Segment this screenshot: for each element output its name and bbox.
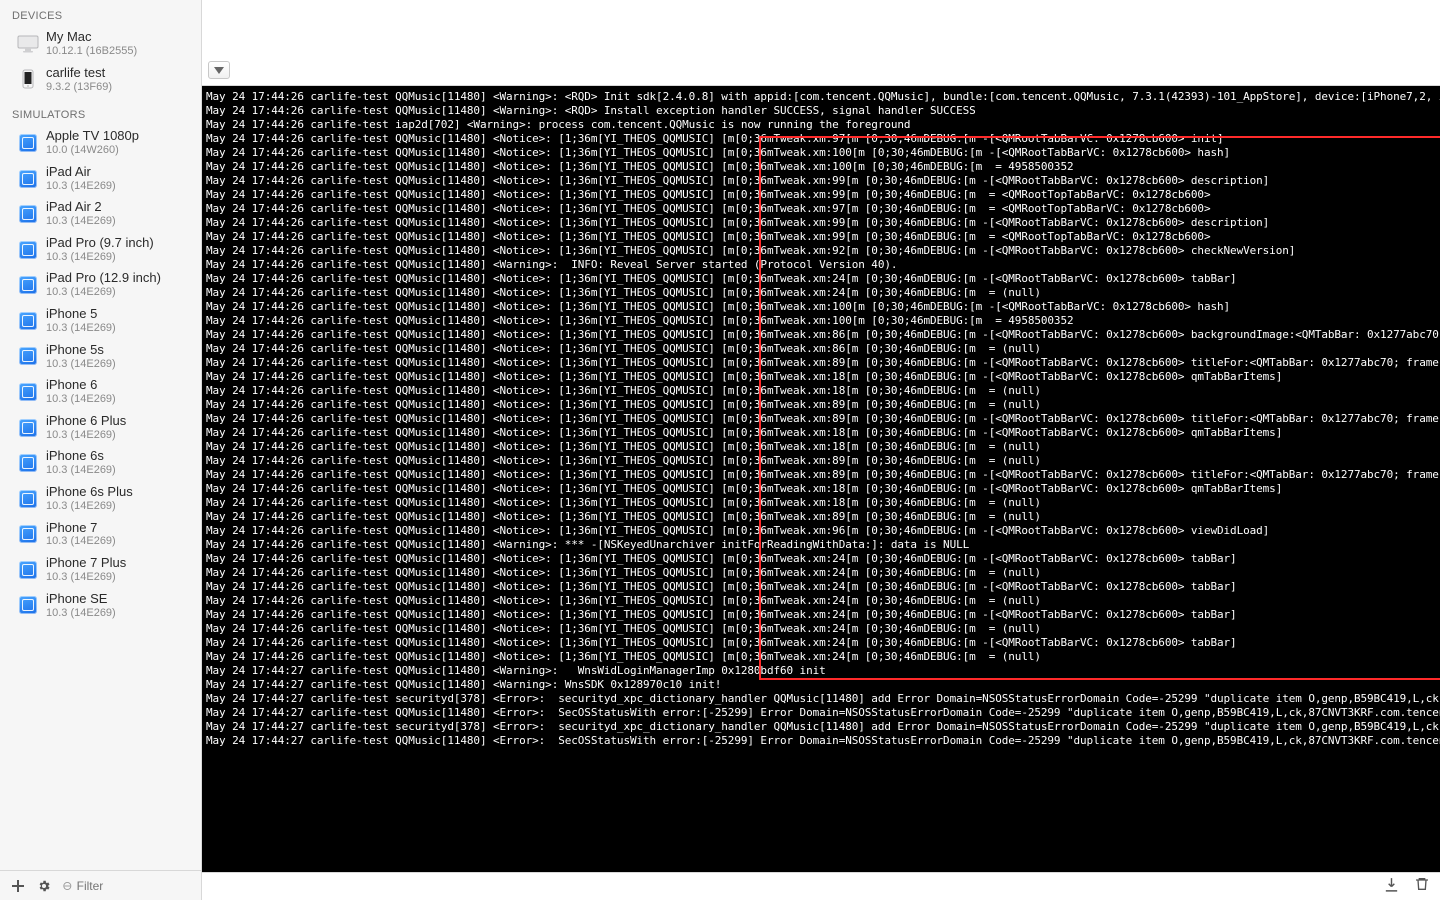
simulator-icon (14, 596, 42, 614)
simulator-row[interactable]: iPhone SE 10.3 (14E269) (0, 588, 201, 624)
simulator-subtitle: 10.3 (14E269) (46, 571, 126, 584)
simulator-row[interactable]: iPhone 6s 10.3 (14E269) (0, 445, 201, 481)
clear-log-button[interactable] (1414, 876, 1430, 897)
simulator-subtitle: 10.3 (14E269) (46, 535, 116, 548)
simulator-row[interactable]: Apple TV 1080p 10.0 (14W260) (0, 125, 201, 161)
simulator-icon (14, 490, 42, 508)
simulator-row[interactable]: iPad Air 10.3 (14E269) (0, 161, 201, 197)
trash-icon (1414, 876, 1430, 892)
filter-input[interactable] (77, 879, 191, 893)
simulator-icon (14, 561, 42, 579)
sidebar: DEVICES My Mac 10.12.1 (16B2555) carlife… (0, 0, 202, 900)
simulator-name: iPhone 6s (46, 449, 116, 464)
simulator-row[interactable]: iPhone 6 10.3 (14E269) (0, 374, 201, 410)
simulator-name: iPad Pro (12.9 inch) (46, 271, 161, 286)
download-icon (1383, 876, 1400, 893)
main-toolbar (202, 0, 1440, 86)
simulator-row[interactable]: iPhone 7 Plus 10.3 (14E269) (0, 552, 201, 588)
simulator-subtitle: 10.3 (14E269) (46, 393, 116, 406)
simulator-subtitle: 10.3 (14E269) (46, 429, 126, 442)
add-button[interactable] (6, 874, 30, 898)
simulator-row[interactable]: iPad Pro (12.9 inch) 10.3 (14E269) (0, 267, 201, 303)
simulator-icon (14, 134, 42, 152)
simulator-name: iPhone 5 (46, 307, 116, 322)
device-subtitle: 10.12.1 (16B2555) (46, 45, 137, 58)
simulator-icon (14, 419, 42, 437)
simulator-icon (14, 170, 42, 188)
devices-section-header: DEVICES (0, 4, 201, 26)
simulator-subtitle: 10.3 (14E269) (46, 500, 133, 513)
simulator-subtitle: 10.3 (14E269) (46, 322, 116, 335)
gear-icon (37, 879, 51, 893)
simulator-icon (14, 205, 42, 223)
simulator-subtitle: 10.3 (14E269) (46, 286, 161, 299)
simulator-row[interactable]: iPad Air 2 10.3 (14E269) (0, 196, 201, 232)
main-footer (202, 872, 1440, 900)
simulator-name: Apple TV 1080p (46, 129, 139, 144)
simulator-name: iPhone 7 Plus (46, 556, 126, 571)
simulator-row[interactable]: iPhone 5s 10.3 (14E269) (0, 339, 201, 375)
simulator-icon (14, 383, 42, 401)
simulator-name: iPad Pro (9.7 inch) (46, 236, 154, 251)
simulator-icon (14, 276, 42, 294)
simulator-name: iPad Air (46, 165, 116, 180)
simulator-name: iPhone 5s (46, 343, 116, 358)
device-subtitle: 9.3.2 (13F69) (46, 81, 112, 94)
simulator-row[interactable]: iPad Pro (9.7 inch) 10.3 (14E269) (0, 232, 201, 268)
simulator-subtitle: 10.3 (14E269) (46, 464, 116, 477)
settings-button[interactable] (32, 874, 56, 898)
simulator-name: iPhone 7 (46, 521, 116, 536)
filter-icon (62, 880, 73, 892)
simulator-icon (14, 525, 42, 543)
simulator-row[interactable]: iPhone 6 Plus 10.3 (14E269) (0, 410, 201, 446)
chevron-down-icon (214, 67, 224, 74)
imac-icon (14, 35, 42, 53)
simulator-icon (14, 312, 42, 330)
sidebar-footer (0, 870, 201, 900)
simulator-icon (14, 454, 42, 472)
simulator-subtitle: 10.3 (14E269) (46, 358, 116, 371)
simulator-row[interactable]: iPhone 6s Plus 10.3 (14E269) (0, 481, 201, 517)
simulator-name: iPhone 6 (46, 378, 116, 393)
simulator-subtitle: 10.3 (14E269) (46, 215, 116, 228)
simulator-row[interactable]: iPhone 7 10.3 (14E269) (0, 517, 201, 553)
device-name: My Mac (46, 30, 137, 45)
simulator-subtitle: 10.3 (14E269) (46, 607, 116, 620)
simulator-name: iPhone 6s Plus (46, 485, 133, 500)
simulator-subtitle: 10.3 (14E269) (46, 251, 154, 264)
save-log-button[interactable] (1383, 876, 1400, 898)
filter-field[interactable] (58, 879, 195, 893)
device-row[interactable]: My Mac 10.12.1 (16B2555) (0, 26, 201, 62)
console-process-dropdown[interactable] (208, 61, 230, 79)
simulator-icon (14, 347, 42, 365)
simulator-icon (14, 241, 42, 259)
iphone-device-icon (14, 69, 42, 89)
simulators-section-header: SIMULATORS (0, 103, 201, 125)
device-name: carlife test (46, 66, 112, 81)
simulator-name: iPhone 6 Plus (46, 414, 126, 429)
device-console-log[interactable]: May 24 17:44:26 carlife-test QQMusic[114… (202, 86, 1440, 872)
plus-icon (11, 879, 25, 893)
simulator-subtitle: 10.0 (14W260) (46, 144, 139, 157)
simulator-subtitle: 10.3 (14E269) (46, 180, 116, 193)
device-row[interactable]: carlife test 9.3.2 (13F69) (0, 62, 201, 98)
simulator-name: iPad Air 2 (46, 200, 116, 215)
simulator-row[interactable]: iPhone 5 10.3 (14E269) (0, 303, 201, 339)
simulator-name: iPhone SE (46, 592, 116, 607)
